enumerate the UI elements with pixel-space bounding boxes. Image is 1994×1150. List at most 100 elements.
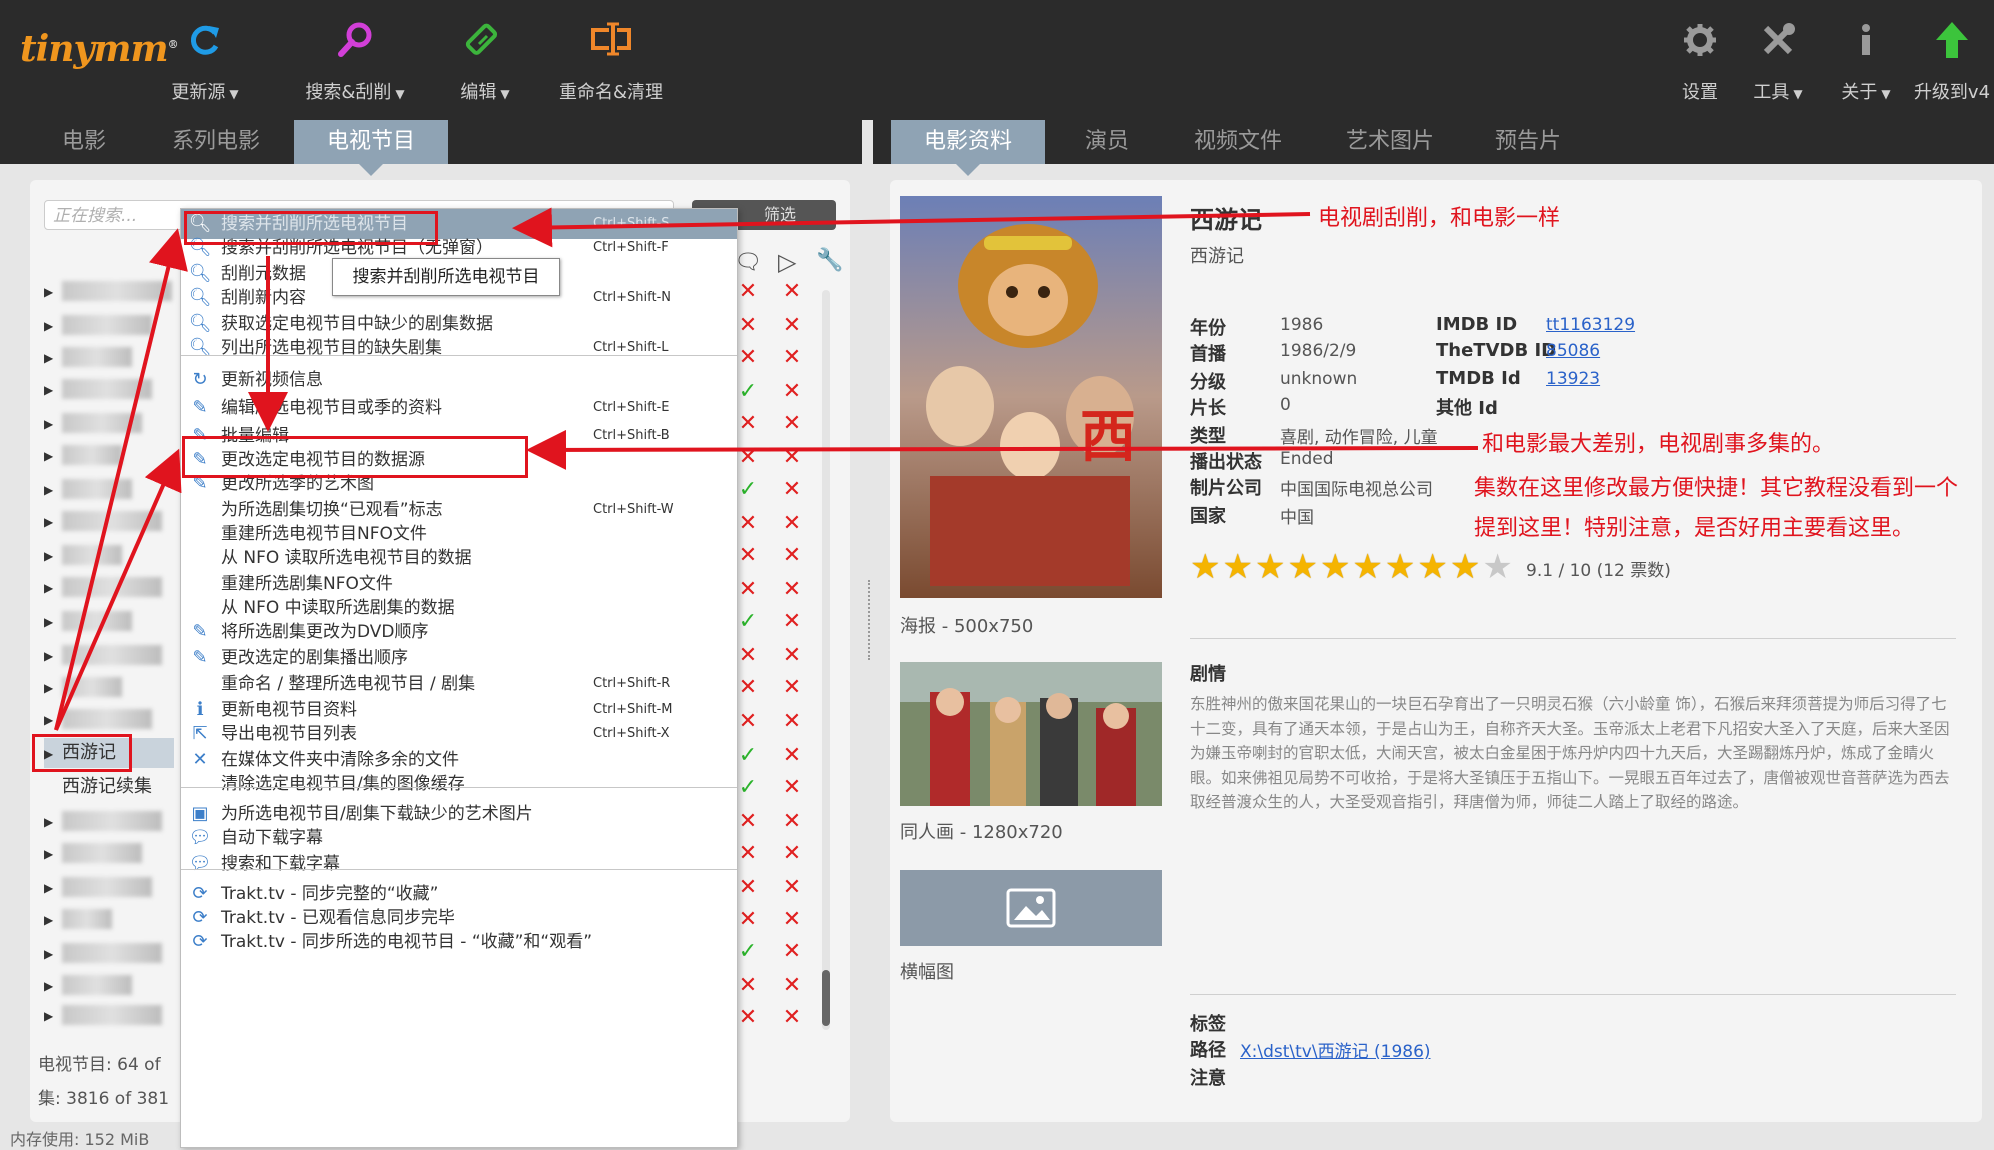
tree-item[interactable]: ▶	[44, 640, 174, 670]
tree-item[interactable]: ▶	[44, 374, 174, 404]
tree-item[interactable]: ▶	[44, 606, 174, 636]
annotation-box-scrape	[184, 211, 438, 245]
tree-item[interactable]: ▶	[44, 408, 174, 438]
cross-icon: ✕	[782, 609, 802, 634]
cross-icon: ✕	[782, 445, 802, 470]
tab-tv-shows[interactable]: 电视节目	[294, 120, 448, 176]
poster-image[interactable]: 西	[900, 196, 1162, 598]
star-filled-icon: ★	[1190, 547, 1221, 587]
subtitle-column-icon[interactable]: 🗨	[734, 250, 762, 275]
expand-arrow-icon[interactable]: ▶	[44, 839, 62, 869]
tree-item[interactable]: ▶	[44, 806, 174, 836]
tab-trailers[interactable]: 预告片	[1473, 120, 1583, 164]
tree-item[interactable]: ▶	[44, 506, 174, 536]
expand-arrow-icon[interactable]: ▶	[44, 607, 62, 637]
tree-item[interactable]: ▶	[44, 872, 174, 902]
rename-icon	[591, 22, 631, 56]
expand-arrow-icon[interactable]: ▶	[44, 375, 62, 405]
tree-item[interactable]: ▶	[44, 704, 174, 734]
cross-icon: ✕	[782, 279, 802, 304]
expand-arrow-icon[interactable]: ▶	[44, 311, 62, 341]
cross-icon: ✕	[782, 743, 802, 768]
tree-item[interactable]: ▶	[44, 1000, 174, 1030]
tree-item[interactable]: ▶	[44, 970, 174, 1000]
about-button[interactable]: 关于 ▼	[1828, 0, 1904, 120]
expand-arrow-icon[interactable]: ▶	[44, 277, 62, 307]
tools-button[interactable]: 工具 ▼	[1740, 0, 1816, 120]
search-scrape-button[interactable]: 搜索&刮削 ▼	[290, 0, 420, 120]
tab-media-files[interactable]: 视频文件	[1173, 120, 1303, 164]
annotation-scrape: 电视剧刮削，和电影一样	[1318, 206, 1561, 231]
menu-item-8[interactable]: ✎ 编辑所选电视节目或季的资料 Ctrl+Shift-E	[181, 393, 737, 423]
rename-cleanup-button[interactable]: 重命名&清理	[552, 0, 670, 120]
image-placeholder-icon	[1006, 888, 1056, 928]
expand-arrow-icon[interactable]: ▶	[44, 409, 62, 439]
settings-button[interactable]: 设置	[1672, 0, 1728, 120]
expand-arrow-icon[interactable]: ▶	[44, 507, 62, 537]
tree-item-next[interactable]: 西游记续集	[44, 772, 174, 802]
tree-item[interactable]: ▶	[44, 904, 174, 934]
id-link[interactable]: tt1163129	[1546, 315, 1635, 335]
list-scrollbar-thumb[interactable]	[822, 970, 830, 1026]
tab-artwork[interactable]: 艺术图片	[1325, 120, 1455, 164]
expand-arrow-icon[interactable]: ▶	[44, 807, 62, 837]
wrench-column-icon[interactable]: 🔧	[816, 248, 843, 273]
cross-icon: ✕	[782, 411, 802, 436]
expand-arrow-icon[interactable]: ▶	[44, 573, 62, 603]
expand-arrow-icon[interactable]: ▶	[44, 541, 62, 571]
tab-details[interactable]: 电影资料	[891, 120, 1045, 176]
expand-arrow-icon[interactable]: ▶	[44, 939, 62, 969]
tree-item[interactable]: ▶	[44, 572, 174, 602]
expand-arrow-icon[interactable]: ▶	[44, 1001, 62, 1031]
menu-item-23[interactable]: 清除选定电视节目/集的图像缓存	[181, 769, 737, 799]
tree-item[interactable]: ▶	[44, 342, 174, 372]
tree-item[interactable]: ▶	[44, 276, 174, 306]
expand-arrow-icon[interactable]: ▶	[44, 641, 62, 671]
annotation-tip-line1: 集数在这里修改最方便快捷！其它教程没看到一个	[1474, 476, 1959, 501]
list-scrollbar[interactable]	[822, 290, 830, 1030]
splitter-handle[interactable]	[868, 580, 874, 660]
menu-item-7[interactable]: ↻ 更新视频信息	[181, 365, 737, 395]
context-menu: 🔍︎ 搜索并刮削所选电视节目 Ctrl+Shift-S 🔍︎ 搜索并刮削所选电视节目（无…	[180, 208, 738, 1148]
search-icon: 🔍︎	[188, 337, 212, 358]
path-link[interactable]: X:\dst\tv\西游记 (1986)	[1240, 1037, 1431, 1062]
tools-icon	[1763, 23, 1795, 55]
upgrade-arrow-icon	[1936, 22, 1968, 58]
svg-text:西: 西	[1080, 404, 1136, 470]
show-title: 西游记	[1190, 206, 1262, 234]
right-tab-bar: 电影资料 演员 视频文件 艺术图片 预告片	[873, 120, 1994, 176]
banner-placeholder[interactable]	[900, 870, 1162, 946]
tree-item[interactable]: ▶	[44, 838, 174, 868]
expand-arrow-icon[interactable]: ▶	[44, 971, 62, 1001]
menu-item-26[interactable]: 💬︎ 搜索和下载字幕	[181, 849, 737, 879]
expand-arrow-icon[interactable]: ▶	[44, 873, 62, 903]
tab-movies[interactable]: 电影	[34, 120, 134, 164]
expand-arrow-icon[interactable]: ▶	[44, 343, 62, 373]
expand-arrow-icon[interactable]: ▶	[44, 475, 62, 505]
cross-icon: ✕	[738, 841, 758, 866]
expand-arrow-icon[interactable]: ▶	[44, 441, 62, 471]
menu-item-29[interactable]: ⟳ Trakt.tv - 同步所选的电视节目 - “收藏”和“观看”	[181, 927, 737, 957]
cross-icon: ✕	[782, 875, 802, 900]
play-column-icon[interactable]: ▷	[778, 248, 796, 276]
tree-item[interactable]: ▶	[44, 440, 174, 470]
expand-arrow-icon[interactable]: ▶	[44, 905, 62, 935]
expand-arrow-icon[interactable]: ▶	[44, 673, 62, 703]
upgrade-button[interactable]: 升级到v4	[1912, 0, 1992, 120]
menu-item-6[interactable]: 🔍︎ 列出所选电视节目的缺失剧集 Ctrl+Shift-L	[181, 333, 737, 363]
tree-item[interactable]: ▶	[44, 474, 174, 504]
refresh-icon	[190, 25, 219, 55]
tree-item[interactable]: ▶	[44, 310, 174, 340]
id-link[interactable]: 85086	[1546, 341, 1600, 361]
menu-item-shortcut: Ctrl+Shift-L	[593, 340, 669, 355]
tab-cast[interactable]: 演员	[1057, 120, 1157, 164]
update-sources-button[interactable]: 更新源 ▼	[140, 0, 270, 120]
id-link[interactable]: 13923	[1546, 369, 1600, 389]
tree-item[interactable]: ▶	[44, 540, 174, 570]
tab-movie-sets[interactable]: 系列电影	[156, 120, 276, 164]
expand-arrow-icon[interactable]: ▶	[44, 705, 62, 735]
tree-item[interactable]: ▶	[44, 938, 174, 968]
edit-button[interactable]: 编辑 ▼	[440, 0, 530, 120]
tree-item[interactable]: ▶	[44, 672, 174, 702]
fanart-image[interactable]	[900, 662, 1162, 806]
